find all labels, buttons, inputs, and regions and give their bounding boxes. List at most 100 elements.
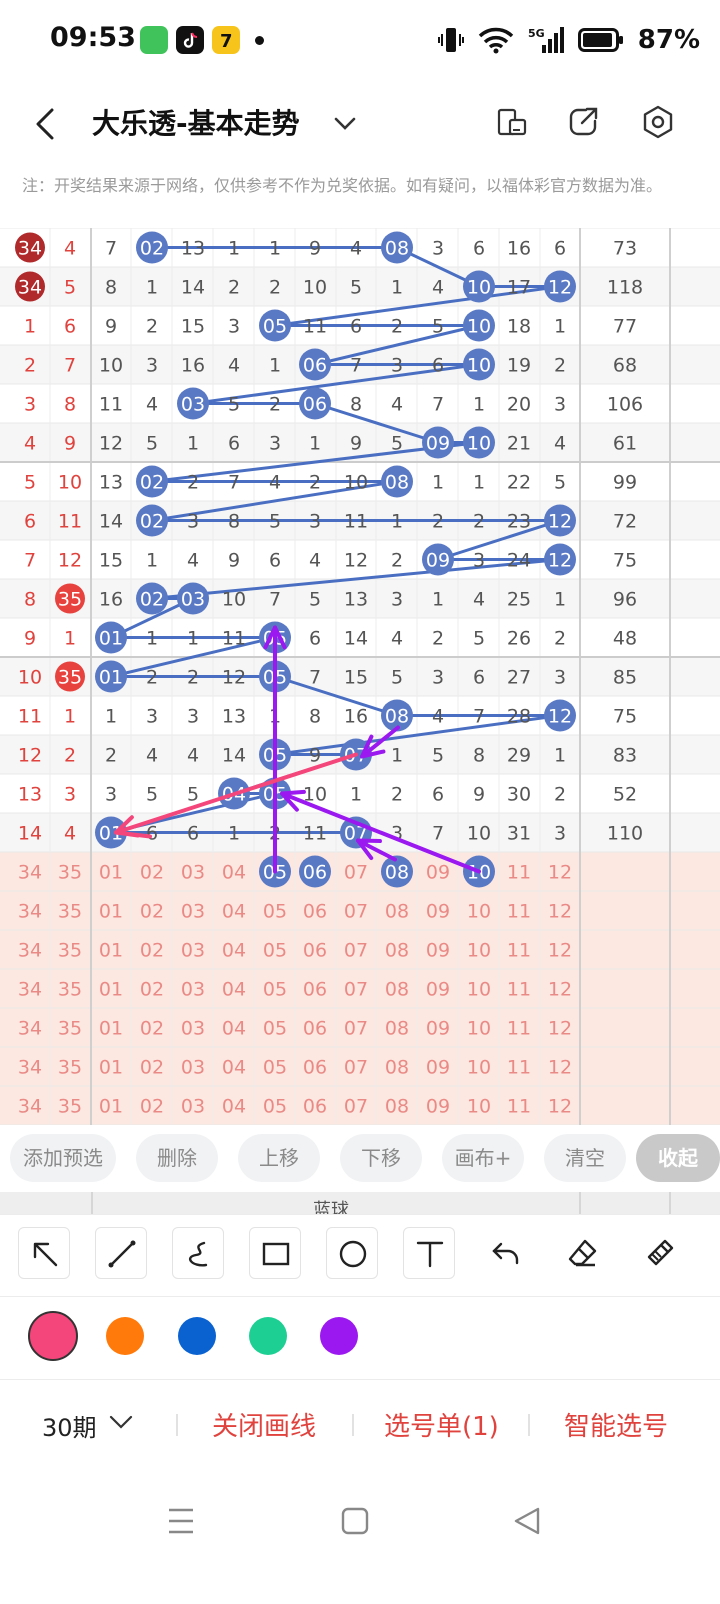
miss-count: 13 (99, 472, 123, 494)
pick-number: 07 (344, 940, 368, 962)
miss-count: 13 (181, 238, 205, 260)
pick-number: 02 (140, 979, 164, 1001)
chevron-down-icon[interactable] (108, 1412, 134, 1432)
chevron-down-icon[interactable] (332, 110, 358, 136)
undo-tool[interactable] (480, 1227, 532, 1279)
miss-count: 2 (391, 550, 403, 572)
vibrate-icon (437, 28, 464, 52)
clear-brush-tool[interactable] (634, 1227, 686, 1279)
miss-count: 2 (187, 472, 199, 494)
smart-pick-button[interactable]: 智能选号 (564, 1406, 668, 1443)
pick-number: 05 (263, 901, 287, 923)
back-nav-icon[interactable] (510, 1504, 542, 1538)
color-swatch-orange[interactable] (106, 1317, 144, 1355)
miss-count: 4 (146, 394, 158, 416)
pick-number: 04 (222, 1018, 246, 1040)
trend-chart[interactable]: 34 4 7 02 13 1 1 9 4 08 3 6 16 6 73 34 5 8 1 14 2 2 10 5 1 4 10 17 1… (0, 228, 720, 1125)
pick-number: 34 (18, 862, 42, 884)
ball-number: 08 (385, 238, 409, 260)
front-number: 10 (58, 472, 82, 494)
signal-icon: 5G (528, 27, 564, 53)
pick-number: 35 (58, 1057, 82, 1079)
miss-count: 2 (269, 394, 281, 416)
collapse-button[interactable]: 收起 (636, 1134, 720, 1182)
line-tool[interactable] (95, 1227, 147, 1279)
pick-number: 03 (181, 979, 205, 1001)
miss-count: 4 (391, 628, 403, 650)
miss-count: 28 (507, 706, 531, 728)
period-selector[interactable]: 30期 (42, 1408, 97, 1443)
status-right: 5G 87% (437, 22, 700, 58)
miss-count: 9 (350, 433, 362, 455)
move-down-button[interactable]: 下移 (340, 1134, 422, 1182)
share-icon[interactable] (566, 104, 602, 140)
miss-count: 4 (228, 355, 240, 377)
circle-tool[interactable] (326, 1227, 378, 1279)
miss-count: 14 (99, 511, 123, 533)
color-palette (0, 1296, 720, 1380)
miss-count: 5 (391, 667, 403, 689)
miss-count: 7 (473, 706, 485, 728)
miss-count: 3 (105, 784, 117, 806)
clear-button[interactable]: 清空 (544, 1134, 626, 1182)
pick-number: 06 (303, 901, 327, 923)
canvas-plus-button[interactable]: 画布+ (442, 1134, 524, 1182)
delete-button[interactable]: 删除 (136, 1134, 218, 1182)
curve-tool[interactable] (172, 1227, 224, 1279)
close-drawing-button[interactable]: 关闭画线 (212, 1406, 316, 1443)
pick-number: 06 (303, 1018, 327, 1040)
front-number: 8 (64, 394, 76, 416)
trend-chart-svg[interactable]: 34 4 7 02 13 1 1 9 4 08 3 6 16 6 7334 5 8 1 14 2 2 10 5 1 4 10 17 1… (0, 228, 720, 1125)
ball-number: 06 (303, 355, 327, 377)
blue-ball-label: 蓝球 (313, 1200, 349, 1214)
color-swatch-blue[interactable] (178, 1317, 216, 1355)
pick-number: 11 (507, 901, 531, 923)
circle-icon (339, 1240, 367, 1268)
add-preselect-button[interactable]: 添加预选 (10, 1134, 116, 1182)
miss-count: 6 (269, 550, 281, 572)
miss-count: 5 (309, 589, 321, 611)
miss-count: 2 (554, 784, 566, 806)
sum-value: 96 (613, 589, 637, 611)
miss-count: 9 (309, 238, 321, 260)
miss-count: 5 (228, 394, 240, 416)
miss-count: 18 (507, 316, 531, 338)
color-swatch-pink[interactable] (28, 1311, 78, 1361)
device-switch-icon[interactable] (494, 104, 530, 140)
miss-count: 1 (391, 511, 403, 533)
pick-number: 01 (99, 1018, 123, 1040)
page-title[interactable]: 大乐透-基本走势 (92, 102, 300, 142)
front-number: 14 (18, 823, 42, 845)
miss-count: 24 (507, 550, 531, 572)
miss-count: 4 (432, 277, 444, 299)
miss-count: 10 (222, 589, 246, 611)
settings-icon[interactable] (640, 104, 676, 140)
miss-count: 2 (269, 277, 281, 299)
text-tool[interactable] (403, 1227, 455, 1279)
back-arrow-icon[interactable] (30, 104, 62, 144)
color-swatch-green[interactable] (249, 1317, 287, 1355)
rect-tool[interactable] (249, 1227, 301, 1279)
selection-list-button[interactable]: 选号单(1) (384, 1406, 499, 1443)
move-up-button[interactable]: 上移 (238, 1134, 320, 1182)
home-icon[interactable] (340, 1504, 372, 1538)
miss-count: 14 (181, 277, 205, 299)
arrow-tool[interactable] (18, 1227, 70, 1279)
miss-count: 3 (554, 667, 566, 689)
eraser-tool[interactable] (557, 1227, 609, 1279)
front-number: 11 (18, 706, 42, 728)
miss-count: 12 (99, 433, 123, 455)
pick-row-bg (0, 969, 580, 1008)
miss-count: 1 (105, 706, 117, 728)
miss-count: 26 (507, 628, 531, 650)
pick-number: 05 (263, 940, 287, 962)
miss-count: 1 (432, 589, 444, 611)
color-swatch-purple[interactable] (320, 1317, 358, 1355)
column-group-header: 蓝球 (0, 1192, 720, 1214)
miss-count: 4 (432, 706, 444, 728)
ball-number: 01 (99, 628, 123, 650)
menu-icon[interactable] (166, 1504, 196, 1538)
front-number: 3 (64, 784, 76, 806)
miss-count: 1 (473, 472, 485, 494)
pick-number: 07 (344, 1057, 368, 1079)
